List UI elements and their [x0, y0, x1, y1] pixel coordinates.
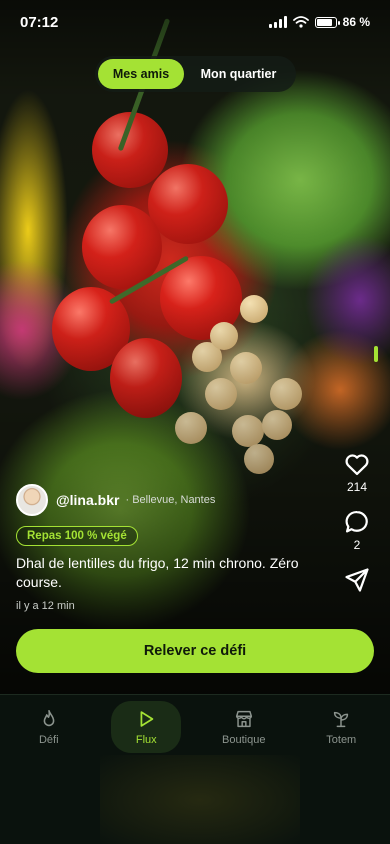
store-icon: [235, 710, 252, 728]
post-time: il y a 12 min: [16, 600, 75, 612]
nav-item-defi[interactable]: Défi: [0, 701, 98, 753]
battery-percent: 86 %: [342, 15, 370, 29]
nav-label: Flux: [135, 734, 157, 746]
take-challenge-button[interactable]: Relever ce défi: [16, 629, 374, 673]
nav-label: Totem: [326, 734, 357, 746]
post-caption: Dhal de lentilles du frigo, 12 min chron…: [16, 555, 299, 590]
bottom-nav: Défi Flux Boutique Totem: [0, 694, 390, 844]
challenge-badge: Repas 100 % végé: [16, 526, 138, 546]
nav-item-flux[interactable]: Flux: [98, 701, 196, 753]
post-info: @lina.bkr Bellevue, Nantes Repas 100 % v…: [16, 484, 336, 612]
heart-icon: [345, 454, 369, 476]
status-bar: 07:12 86 %: [0, 0, 390, 44]
nav-label: Boutique: [222, 734, 266, 746]
author-handle[interactable]: @lina.bkr: [56, 492, 119, 508]
battery-icon: [314, 16, 340, 28]
post-actions: 214 2: [336, 450, 378, 594]
nav-item-totem[interactable]: Totem: [293, 701, 390, 753]
like-count: 214: [346, 480, 368, 494]
progress-indicator: [374, 346, 378, 362]
comment-icon: [345, 510, 368, 533]
wifi-icon: [292, 16, 309, 28]
nav-label: Défi: [38, 734, 59, 746]
author-location: Bellevue, Nantes: [125, 494, 215, 506]
post-author[interactable]: @lina.bkr Bellevue, Nantes: [16, 484, 336, 516]
feed-toggle: Mes amis Mon quartier: [95, 56, 296, 92]
comment-count: 2: [353, 538, 361, 552]
flame-icon: [43, 709, 55, 727]
toggle-mon-quartier[interactable]: Mon quartier: [184, 59, 293, 89]
nav-item-boutique[interactable]: Boutique: [195, 701, 293, 753]
status-time: 07:12: [20, 13, 59, 31]
toggle-mes-amis[interactable]: Mes amis: [98, 59, 184, 89]
play-icon: [140, 711, 154, 727]
comment-button[interactable]: 2: [343, 508, 371, 552]
avatar[interactable]: [16, 484, 48, 516]
like-button[interactable]: 214: [343, 450, 371, 494]
sprout-icon: [334, 711, 349, 728]
signal-icon: [268, 16, 287, 28]
share-button[interactable]: [343, 566, 371, 594]
send-icon: [345, 568, 369, 592]
